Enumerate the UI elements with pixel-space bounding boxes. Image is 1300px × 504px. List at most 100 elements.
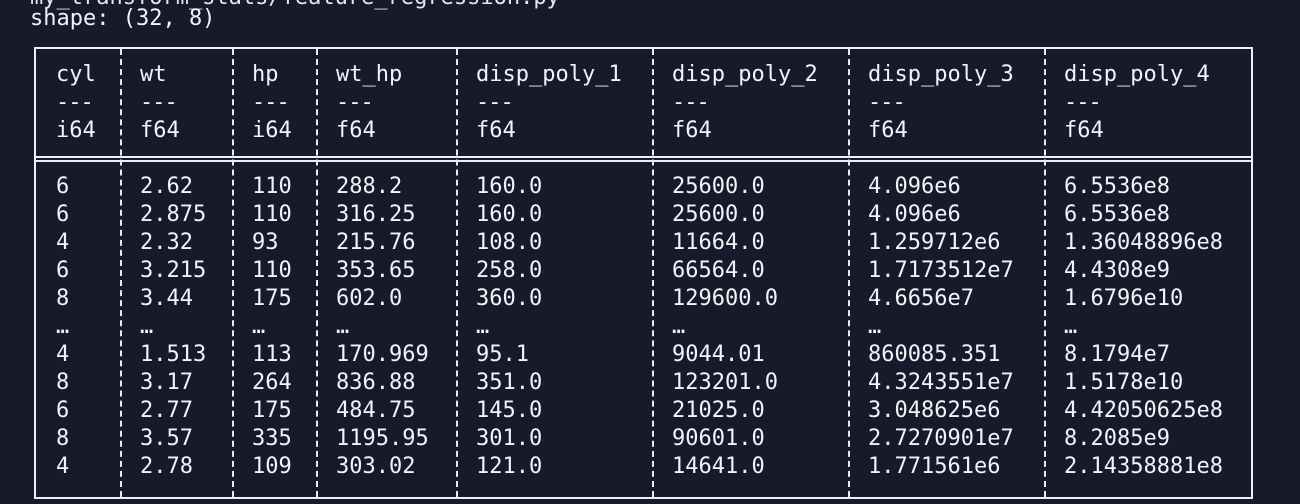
table-cell: 3.57: [140, 426, 193, 451]
table-cell: 25600.0: [672, 202, 765, 227]
table-cell: 1.7173512e7: [868, 258, 1014, 283]
table-cell: 351.0: [476, 370, 543, 395]
table-cell: 602.0: [336, 286, 403, 311]
table-cell: 3.215: [140, 258, 207, 283]
column-header: hp: [252, 62, 279, 87]
table-cell: 484.75: [336, 398, 416, 423]
table-cell: 258.0: [476, 258, 543, 283]
table-cell: 1195.95: [336, 426, 429, 451]
table-cell: 6: [56, 398, 70, 423]
table-cell: 4.3243551e7: [868, 370, 1014, 395]
table-cell: 4: [56, 454, 70, 479]
table-cell: 2.7270901e7: [868, 426, 1014, 451]
header-rule: ---: [1064, 90, 1102, 115]
table-cell: 8: [56, 370, 70, 395]
table-cell: 6.5536e8: [1064, 202, 1170, 227]
table-cell: 1.6796e10: [1064, 286, 1184, 311]
table-cell: 129600.0: [672, 286, 778, 311]
table-cell: 303.02: [336, 454, 416, 479]
table-cell: 1.513: [140, 342, 207, 367]
column-divider: [652, 49, 654, 497]
table-cell: 175: [252, 286, 292, 311]
table-cell: 8: [56, 426, 70, 451]
column-divider: [120, 49, 122, 497]
table-cell: 264: [252, 370, 292, 395]
table-cell: 25600.0: [672, 174, 765, 199]
table-cell: 4.4308e9: [1064, 258, 1170, 283]
header-rule: ---: [252, 90, 290, 115]
header-separator: [36, 156, 1251, 162]
header-rule: ---: [868, 90, 906, 115]
table-cell: 110: [252, 202, 292, 227]
table-cell: 2.62: [140, 174, 193, 199]
table-cell: 4.096e6: [868, 202, 961, 227]
column-header: cyl: [56, 62, 96, 87]
table-cell: 2.32: [140, 230, 193, 255]
header-rule: ---: [140, 90, 178, 115]
table-cell: 175: [252, 398, 292, 423]
table-cell: 1.259712e6: [868, 230, 1001, 255]
table-cell: 145.0: [476, 398, 543, 423]
dataframe-shape-label: shape: (32, 8): [30, 6, 216, 31]
table-cell: 11664.0: [672, 230, 765, 255]
table-cell: 4.42050625e8: [1064, 398, 1223, 423]
table-cell: 215.76: [336, 230, 416, 255]
table-cell: …: [476, 314, 490, 339]
header-rule: ---: [56, 90, 94, 115]
column-header: disp_poly_3: [868, 62, 1014, 87]
table-cell: 110: [252, 258, 292, 283]
table-cell: 93: [252, 230, 279, 255]
table-cell: …: [672, 314, 686, 339]
table-cell: 110: [252, 174, 292, 199]
table-cell: 8.2085e9: [1064, 426, 1170, 451]
table-cell: 21025.0: [672, 398, 765, 423]
column-dtype: i64: [252, 118, 292, 143]
table-cell: 1.36048896e8: [1064, 230, 1223, 255]
table-cell: 2.77: [140, 398, 193, 423]
column-dtype: f64: [476, 118, 516, 143]
column-divider: [456, 49, 458, 497]
table-cell: 14641.0: [672, 454, 765, 479]
table-cell: 8: [56, 286, 70, 311]
header-rule: ---: [336, 90, 374, 115]
header-rule: ---: [476, 90, 514, 115]
table-cell: 6.5536e8: [1064, 174, 1170, 199]
table-cell: 288.2: [336, 174, 403, 199]
column-divider: [232, 49, 234, 497]
column-dtype: i64: [56, 118, 96, 143]
table-cell: 3.048625e6: [868, 398, 1001, 423]
table-cell: …: [252, 314, 266, 339]
table-cell: …: [868, 314, 882, 339]
table-cell: …: [140, 314, 154, 339]
column-header: wt_hp: [336, 62, 403, 87]
column-dtype: f64: [868, 118, 908, 143]
table-cell: 108.0: [476, 230, 543, 255]
table-cell: 3.17: [140, 370, 193, 395]
column-dtype: f64: [336, 118, 376, 143]
table-cell: 1.771561e6: [868, 454, 1001, 479]
table-cell: 9044.01: [672, 342, 765, 367]
table-cell: 6: [56, 258, 70, 283]
table-cell: 860085.351: [868, 342, 1001, 367]
table-cell: …: [1064, 314, 1078, 339]
table-cell: 4: [56, 230, 70, 255]
column-divider: [1044, 49, 1046, 497]
table-cell: 335: [252, 426, 292, 451]
column-divider: [848, 49, 850, 497]
column-header: disp_poly_2: [672, 62, 818, 87]
table-cell: 301.0: [476, 426, 543, 451]
column-dtype: f64: [672, 118, 712, 143]
table-cell: 109: [252, 454, 292, 479]
table-cell: 2.78: [140, 454, 193, 479]
table-cell: 4.096e6: [868, 174, 961, 199]
table-cell: 4.6656e7: [868, 286, 974, 311]
header-rule: ---: [672, 90, 710, 115]
column-dtype: f64: [140, 118, 180, 143]
column-header: disp_poly_1: [476, 62, 622, 87]
table-cell: 3.44: [140, 286, 193, 311]
column-dtype: f64: [1064, 118, 1104, 143]
table-cell: 170.969: [336, 342, 429, 367]
column-header: disp_poly_4: [1064, 62, 1210, 87]
table-cell: 121.0: [476, 454, 543, 479]
table-cell: 353.65: [336, 258, 416, 283]
